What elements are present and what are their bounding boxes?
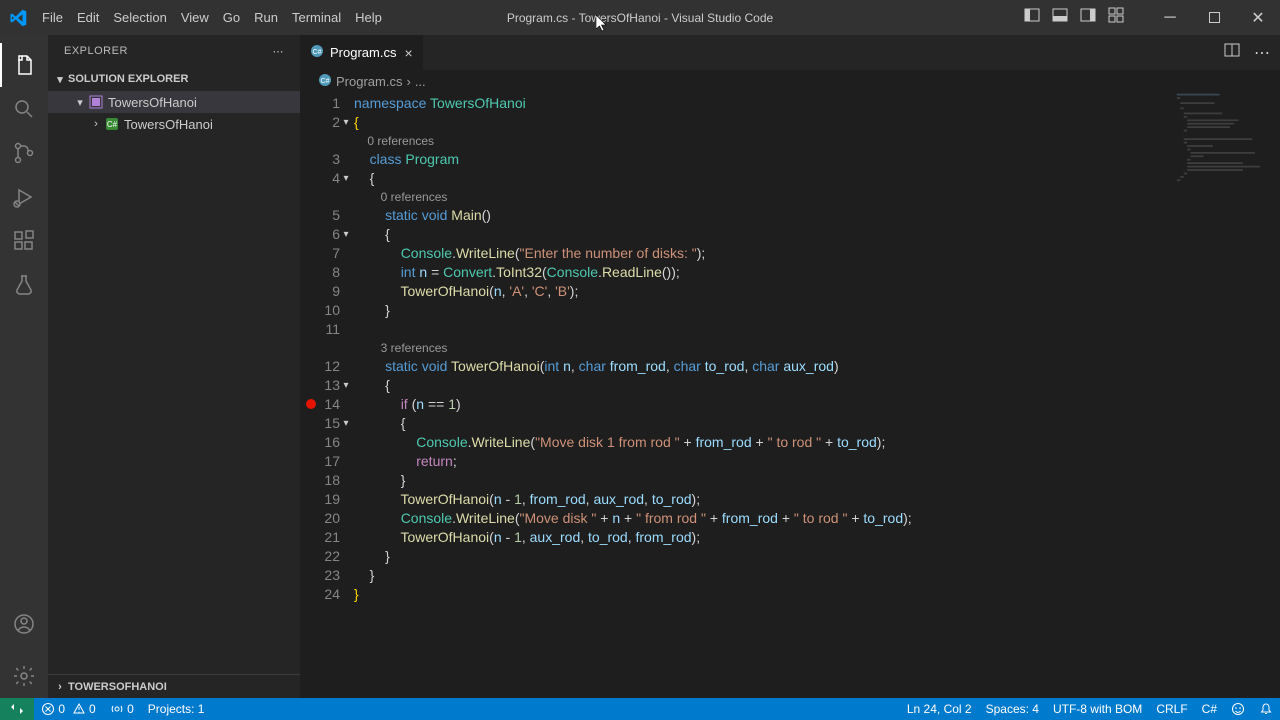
sidebar-more-icon[interactable]: ⋯ — [273, 45, 285, 58]
accounts-icon[interactable] — [0, 602, 48, 646]
maximize-button[interactable] — [1192, 0, 1236, 35]
minimap[interactable] — [1170, 92, 1266, 212]
explorer-icon[interactable] — [0, 43, 48, 87]
menu-file[interactable]: File — [35, 10, 70, 25]
layout-customize-icon[interactable] — [1102, 7, 1130, 28]
section-label: TOWERSOFHANOI — [68, 681, 167, 693]
chevron-down-icon: ▾ — [72, 96, 88, 109]
status-indentation[interactable]: Spaces: 4 — [979, 698, 1046, 720]
status-eol[interactable]: CRLF — [1149, 698, 1194, 720]
minimize-button[interactable]: ─ — [1148, 0, 1192, 35]
tree-item-project[interactable]: › C# TowersOfHanoi — [48, 113, 300, 135]
vscode-logo-icon — [0, 0, 35, 35]
editor-tab[interactable]: C# Program.cs × — [300, 35, 424, 70]
sidebar-title-text: EXPLORER — [64, 45, 128, 57]
breadcrumb-separator: › — [406, 74, 410, 89]
editor-group: C# Program.cs × ⋯ C# Program.cs › ... 12… — [300, 35, 1280, 698]
svg-text:C#: C# — [313, 49, 322, 56]
menu-selection[interactable]: Selection — [106, 10, 173, 25]
code-editor[interactable]: 123456789101112131415161718192021222324 … — [300, 92, 1280, 698]
solution-tree: ▾ TowersOfHanoi › C# TowersOfHanoi — [48, 91, 300, 135]
search-icon[interactable] — [0, 87, 48, 131]
split-editor-icon[interactable] — [1224, 42, 1240, 63]
layout-secondary-sidebar-icon[interactable] — [1074, 7, 1102, 28]
menu-terminal[interactable]: Terminal — [285, 10, 348, 25]
status-feedback-icon[interactable] — [1224, 698, 1252, 720]
testing-icon[interactable] — [0, 263, 48, 307]
csharp-file-icon: C# — [310, 44, 324, 61]
settings-gear-icon[interactable] — [0, 654, 48, 698]
solution-explorer-section[interactable]: ▾ SOLUTION EXPLORER — [48, 67, 300, 91]
window-controls: ─ ✕ — [1018, 0, 1280, 35]
workspace-section[interactable]: › TOWERSOFHANOI — [48, 674, 300, 698]
status-ports[interactable]: 0 — [103, 698, 141, 720]
layout-panel-icon[interactable] — [1046, 7, 1074, 28]
breadcrumb[interactable]: C# Program.cs › ... — [300, 70, 1280, 92]
status-notifications-icon[interactable] — [1252, 698, 1280, 720]
section-label: SOLUTION EXPLORER — [68, 73, 188, 85]
status-projects[interactable]: Projects: 1 — [141, 698, 212, 720]
status-bar: 0 0 0 Projects: 1 Ln 24, Col 2 Spaces: 4… — [0, 698, 1280, 720]
menu-go[interactable]: Go — [216, 10, 247, 25]
main-menu: File Edit Selection View Go Run Terminal… — [35, 10, 389, 25]
side-bar: EXPLORER ⋯ ▾ SOLUTION EXPLORER ▾ TowersO… — [48, 35, 300, 698]
activity-bar — [0, 35, 48, 698]
svg-text:C#: C# — [321, 78, 330, 85]
chevron-right-icon: › — [52, 681, 68, 693]
status-errors[interactable]: 0 0 — [34, 698, 103, 720]
breadcrumb-file: Program.cs — [336, 74, 402, 89]
error-count: 0 — [58, 702, 65, 716]
tab-bar: C# Program.cs × ⋯ — [300, 35, 1280, 70]
close-button[interactable]: ✕ — [1236, 0, 1280, 35]
window-title: Program.cs - TowersOfHanoi - Visual Stud… — [507, 11, 773, 25]
menu-help[interactable]: Help — [348, 10, 389, 25]
status-language[interactable]: C# — [1195, 698, 1224, 720]
solution-file-icon — [88, 94, 104, 110]
tree-item-solution[interactable]: ▾ TowersOfHanoi — [48, 91, 300, 113]
sidebar-title: EXPLORER ⋯ — [48, 35, 300, 67]
menu-edit[interactable]: Edit — [70, 10, 106, 25]
warning-count: 0 — [89, 702, 96, 716]
tree-item-label: TowersOfHanoi — [108, 95, 197, 110]
title-bar: File Edit Selection View Go Run Terminal… — [0, 0, 1280, 35]
csproj-file-icon: C# — [104, 116, 120, 132]
source-control-icon[interactable] — [0, 131, 48, 175]
code-content[interactable]: namespace TowersOfHanoi{ 0 references cl… — [354, 92, 1280, 698]
chevron-right-icon: › — [88, 118, 104, 130]
tab-close-icon[interactable]: × — [404, 45, 412, 61]
more-actions-icon[interactable]: ⋯ — [1254, 43, 1270, 63]
layout-primary-sidebar-icon[interactable] — [1018, 7, 1046, 28]
breadcrumb-rest: ... — [415, 74, 426, 89]
remote-indicator[interactable] — [0, 698, 34, 720]
csharp-file-icon: C# — [318, 73, 332, 90]
chevron-down-icon: ▾ — [52, 73, 68, 86]
menu-view[interactable]: View — [174, 10, 216, 25]
svg-text:C#: C# — [107, 120, 118, 129]
status-cursor-position[interactable]: Ln 24, Col 2 — [900, 698, 979, 720]
extensions-icon[interactable] — [0, 219, 48, 263]
status-encoding[interactable]: UTF-8 with BOM — [1046, 698, 1149, 720]
port-count: 0 — [127, 702, 134, 716]
folding-gutter[interactable]: ▾▾▾▾▾ — [340, 94, 352, 604]
run-debug-icon[interactable] — [0, 175, 48, 219]
tree-item-label: TowersOfHanoi — [124, 117, 213, 132]
menu-run[interactable]: Run — [247, 10, 285, 25]
tab-label: Program.cs — [330, 45, 396, 60]
